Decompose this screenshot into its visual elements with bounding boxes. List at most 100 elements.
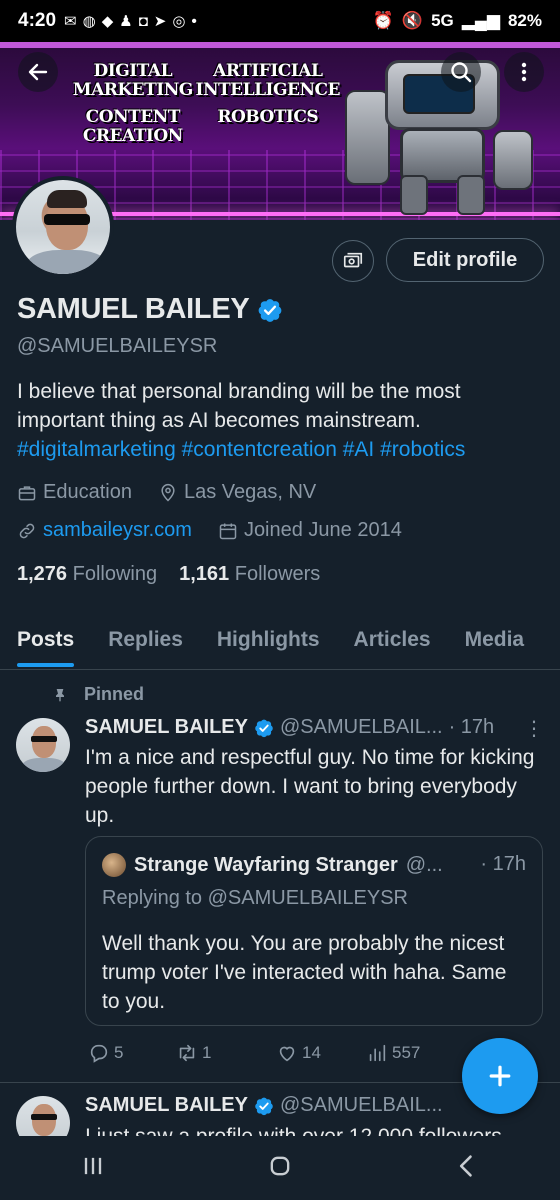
tab-media[interactable]: Media (448, 614, 542, 669)
tweet-author-handle: @SAMUELBAIL... (279, 1094, 443, 1116)
back-button[interactable] (18, 52, 58, 92)
banner-word: CONTENT CREATION (82, 107, 183, 146)
banner-glow-top (0, 42, 560, 48)
quote-author-name: Strange Wayfaring Stranger (134, 853, 398, 876)
tweet-text: I'm a nice and respectful guy. No time f… (85, 746, 535, 827)
more-options-button[interactable] (504, 52, 544, 92)
battery-label: 82% (507, 11, 542, 30)
instagram-icon: ◘ (138, 12, 148, 30)
banner-word: DIGITAL MARKETING (72, 61, 194, 100)
analytics-icon (369, 1044, 386, 1062)
alarm-icon: ⏰ (372, 11, 394, 30)
compose-post-button[interactable] (462, 1038, 538, 1114)
pin-icon (56, 688, 64, 702)
pinned-label-row: Pinned (52, 684, 144, 705)
profile-meta-row-2: sambaileysr.com Joined June 2014 (17, 519, 402, 542)
search-button[interactable] (441, 52, 481, 92)
search-icon (451, 62, 472, 83)
bio-text: I believe that personal branding will be… (17, 380, 461, 432)
snapchat-icon: ♟ (119, 13, 133, 30)
verified-badge-icon[interactable] (257, 297, 283, 323)
quote-text: Well thank you. You are probably the nic… (102, 932, 507, 1013)
profile-joined: Joined June 2014 (243, 519, 402, 541)
tweet-avatar[interactable] (16, 718, 70, 772)
repost-count: 1 (202, 1043, 212, 1062)
display-name: SAMUEL BAILEY (17, 293, 250, 325)
following-link[interactable]: 1,276 Following (17, 563, 157, 586)
repost-icon (179, 1044, 195, 1062)
views-count: 557 (392, 1043, 421, 1062)
followers-count: 1,161 (179, 563, 230, 585)
monetization-button[interactable] (332, 240, 374, 282)
mute-icon: 🔇 (401, 11, 424, 30)
quote-time: · 17h (480, 853, 526, 875)
quote-author-handle: @... (405, 853, 443, 876)
network-label: 5G (431, 11, 454, 30)
profile-handle: @SAMUELBAILEYSR (17, 335, 218, 357)
quoted-tweet[interactable]: Strange Wayfaring Stranger @... · 17h Re… (85, 836, 543, 1026)
plus-icon (489, 1065, 511, 1087)
tweet-author-handle: @SAMUELBAIL... (279, 716, 443, 738)
banner-word: ARTIFICIAL INTELLIGENCE (195, 61, 341, 100)
signal-bars-icon: ▂▄▆ (461, 11, 500, 30)
reply-icon (90, 1044, 108, 1063)
recent-apps-icon (85, 1157, 102, 1174)
status-bar: 4:20 ✉ ◍ ◆ ♟ ◘ ➤ ◎ • ⏰ 🔇 5G ▂▄▆ 82% (0, 0, 560, 42)
home-button[interactable] (266, 1152, 294, 1185)
quote-avatar (102, 853, 126, 877)
chat-icon: ◆ (101, 13, 114, 30)
following-label: Following (72, 563, 158, 585)
banner-word: ROBOTICS (217, 107, 319, 127)
pinned-label: Pinned (84, 684, 145, 704)
like-count: 14 (302, 1043, 321, 1062)
verified-badge-icon (254, 1096, 274, 1116)
tweet-actions: 5 1 14 557 (88, 1042, 456, 1064)
system-nav-bar (0, 1136, 560, 1200)
name-row: SAMUEL BAILEY (17, 293, 283, 326)
money-icon (343, 252, 363, 268)
mail-icon: ✉ (64, 13, 77, 30)
heart-icon (279, 1046, 295, 1062)
tweet-time[interactable]: · 17h (449, 716, 495, 739)
tab-articles[interactable]: Articles (337, 614, 448, 669)
hashtag-link[interactable]: #digitalmarketing (17, 438, 176, 461)
like-button[interactable]: 14 (276, 1042, 366, 1064)
tab-posts[interactable]: Posts (0, 614, 91, 669)
recent-apps-button[interactable] (79, 1152, 107, 1185)
nav-back-button[interactable] (453, 1152, 481, 1185)
briefcase-icon (18, 485, 36, 500)
tab-replies[interactable]: Replies (91, 614, 200, 669)
next-tweet-header: SAMUEL BAILEY @SAMUELBAIL... (85, 1094, 443, 1117)
hashtag-link[interactable]: #contentcreation (182, 438, 337, 461)
hashtag-link[interactable]: #robotics (380, 438, 465, 461)
profile-website-link[interactable]: sambaileysr.com (43, 519, 192, 542)
hashtag-link[interactable]: #AI (343, 438, 375, 461)
profile-tabs: Posts Replies Highlights Articles Media (0, 614, 560, 670)
profile-avatar[interactable] (12, 176, 114, 278)
reply-button[interactable]: 5 (88, 1042, 176, 1064)
notification-icons: ✉ ◍ ◆ ♟ ◘ ➤ ◎ • (64, 12, 197, 31)
signal-icon: ◎ (172, 13, 186, 30)
bio-hashtags: #digitalmarketing #contentcreation #AI #… (17, 435, 547, 464)
profile-location: Las Vegas, NV (183, 481, 317, 503)
telegram-icon: ➤ (153, 13, 167, 30)
dot-icon: • (191, 12, 197, 30)
followers-link[interactable]: 1,161 Followers (179, 563, 320, 586)
edit-profile-button[interactable]: Edit profile (386, 238, 544, 282)
tweet-author-name[interactable]: SAMUEL BAILEY (85, 1094, 248, 1117)
verified-badge-icon (254, 718, 274, 738)
reply-count: 5 (114, 1043, 124, 1062)
quote-replying-to: Replying to @SAMUELBAILEYSR (102, 887, 408, 909)
repost-button[interactable]: 1 (176, 1042, 276, 1064)
status-right: ⏰ 🔇 5G ▂▄▆ 82% (373, 11, 542, 31)
tweet-header: SAMUEL BAILEY @SAMUELBAIL... · 17h (85, 716, 494, 739)
views-button[interactable]: 557 (366, 1042, 456, 1064)
tweet-more-button[interactable]: ⋮ (524, 716, 544, 741)
quote-header: Strange Wayfaring Stranger @... (102, 853, 443, 877)
profile-bio: I believe that personal branding will be… (17, 377, 547, 464)
chevron-left-icon (459, 1154, 472, 1177)
tab-highlights[interactable]: Highlights (200, 614, 337, 669)
tweet-author-name[interactable]: SAMUEL BAILEY (85, 716, 248, 739)
next-tweet-text: I just saw a profile with over 12,000 fo… (85, 1122, 540, 1136)
profile-category: Education (43, 481, 132, 503)
